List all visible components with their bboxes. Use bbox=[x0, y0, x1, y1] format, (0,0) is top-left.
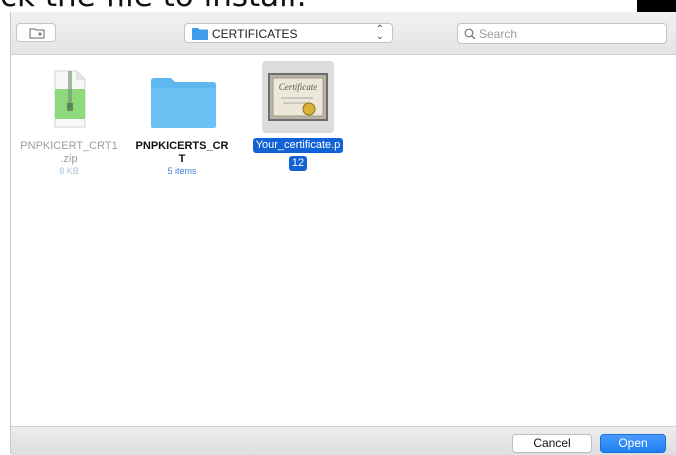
zip-file-icon bbox=[54, 70, 86, 128]
file-name-line2: .zip bbox=[60, 153, 78, 165]
certificate-icon-text: Certificate bbox=[279, 82, 318, 92]
list-item-selected[interactable]: Certificate Your_certificate.p 12 bbox=[238, 61, 358, 171]
item-count: 5 items bbox=[167, 166, 197, 176]
list-item[interactable]: PNPKICERTS_CR T 5 items bbox=[127, 69, 237, 177]
file-size: 8 KB bbox=[59, 166, 79, 176]
folder-icon bbox=[151, 78, 216, 128]
file-name-line2: T bbox=[178, 153, 186, 165]
dialog-footer: Cancel Open bbox=[11, 426, 676, 455]
location-popup[interactable]: CERTIFICATES ⌃ ⌄ bbox=[184, 23, 393, 43]
folder-icon bbox=[192, 28, 208, 40]
file-name-line1: PNPKICERT_CRT1 bbox=[20, 140, 118, 152]
selected-file-name-line1: Your_certificate.p bbox=[252, 138, 344, 153]
certificate-icon-highlight: Certificate bbox=[262, 61, 334, 133]
open-file-dialog: CERTIFICATES ⌃ ⌄ Search PNPKICERT_CRT1 .z… bbox=[10, 12, 676, 455]
open-button[interactable]: Open bbox=[600, 434, 666, 453]
new-folder-button[interactable] bbox=[16, 23, 56, 42]
selected-file-name-line2: 12 bbox=[288, 156, 308, 171]
certificate-icon: Certificate bbox=[268, 73, 328, 121]
search-icon bbox=[464, 28, 476, 40]
cancel-button[interactable]: Cancel bbox=[512, 434, 592, 453]
file-browser: PNPKICERT_CRT1 .zip 8 KB PNPKICERTS_CR T… bbox=[11, 55, 676, 426]
file-name-line1: PNPKICERTS_CR bbox=[135, 140, 229, 152]
search-field[interactable]: Search bbox=[457, 23, 667, 44]
dialog-toolbar: CERTIFICATES ⌃ ⌄ Search bbox=[11, 12, 676, 55]
list-item[interactable]: PNPKICERT_CRT1 .zip 8 KB bbox=[14, 69, 124, 177]
location-label: CERTIFICATES bbox=[212, 27, 298, 41]
new-folder-icon bbox=[29, 28, 45, 39]
search-input[interactable]: Search bbox=[479, 27, 517, 41]
chevron-updown-icon: ⌃ ⌄ bbox=[375, 24, 384, 42]
